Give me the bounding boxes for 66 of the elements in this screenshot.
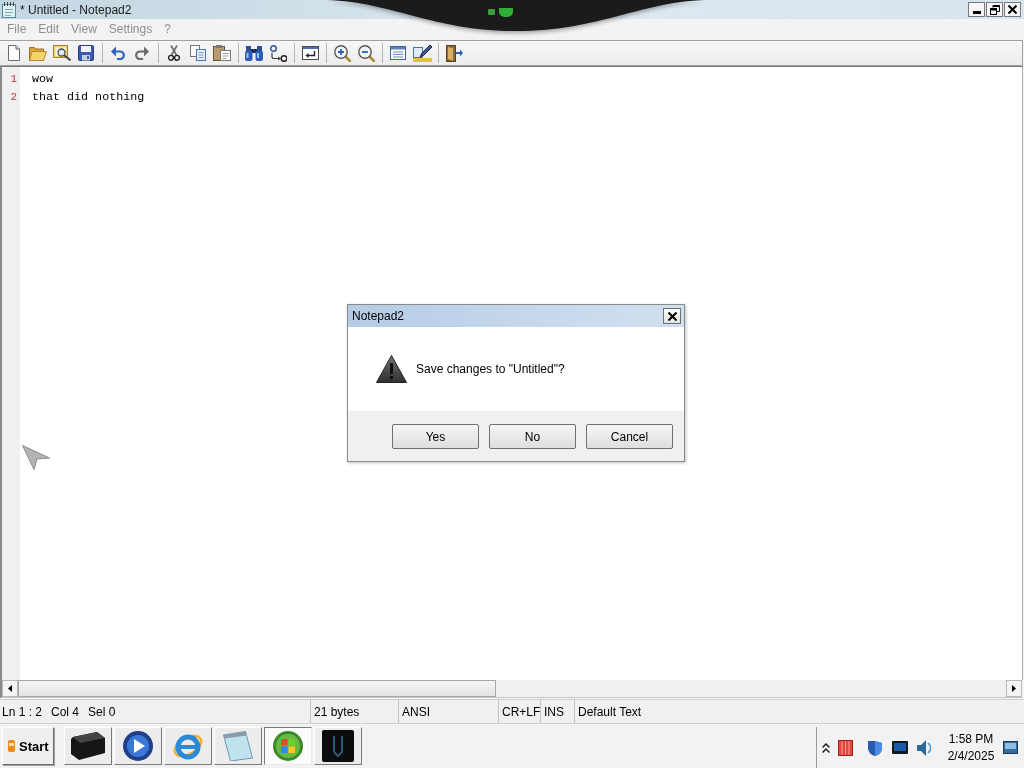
- cursor-icon: [22, 445, 50, 470]
- box-icon: [71, 732, 105, 760]
- notepad-icon: [223, 731, 253, 761]
- scroll-right-button[interactable]: [1006, 680, 1022, 697]
- speaker-icon[interactable]: [917, 739, 931, 756]
- restore-icon: [989, 4, 1000, 15]
- undo-icon[interactable]: [111, 46, 125, 60]
- copy-icon[interactable]: [190, 45, 206, 61]
- status-text: 21 bytes: [314, 704, 360, 719]
- close-button[interactable]: [663, 308, 681, 324]
- monitor-icon[interactable]: [892, 741, 908, 754]
- pencil-icon[interactable]: [412, 44, 432, 62]
- scissors-icon[interactable]: [168, 45, 180, 61]
- start-button[interactable]: Start: [2, 727, 54, 765]
- text-line: that did nothing: [32, 90, 145, 104]
- close-button[interactable]: [1004, 2, 1021, 17]
- status-text: INS: [544, 704, 564, 719]
- clipboard-icon[interactable]: [213, 45, 231, 61]
- line-number: 2: [9, 90, 18, 105]
- horizontal-scrollbar[interactable]: [0, 680, 1022, 698]
- status-text: Default Text: [578, 704, 642, 719]
- dialog-button[interactable]: Cancel: [586, 424, 673, 449]
- shield-icon[interactable]: [868, 739, 882, 756]
- line-number: 1: [9, 72, 18, 87]
- warning-icon: [376, 355, 407, 383]
- close-icon: [667, 311, 677, 321]
- right-arrow-icon: [1012, 685, 1016, 692]
- minimize-button[interactable]: [968, 2, 985, 17]
- status-text: Col 4: [51, 704, 80, 719]
- striped-tile-icon[interactable]: [838, 739, 853, 756]
- orb-icon: [273, 731, 303, 761]
- notepad-icon: [2, 1, 16, 18]
- zoom-in-icon[interactable]: [333, 44, 351, 62]
- window-return-icon[interactable]: [301, 46, 319, 60]
- binoculars-icon[interactable]: [245, 45, 263, 61]
- restore-button[interactable]: [986, 2, 1003, 17]
- zoom-out-icon[interactable]: [357, 44, 375, 62]
- folder-icon[interactable]: [29, 45, 47, 61]
- list-window-icon[interactable]: [390, 46, 406, 60]
- dialog-button[interactable]: Yes: [392, 424, 479, 449]
- redo-icon[interactable]: [135, 46, 149, 60]
- scrollbar-thumb[interactable]: [18, 680, 496, 697]
- close-icon: [1008, 5, 1017, 14]
- search-frame-icon[interactable]: [53, 45, 71, 61]
- play-icon: [123, 731, 153, 761]
- left-arrow-icon: [8, 685, 12, 692]
- status-text: ANSI: [402, 704, 430, 719]
- square-app-icon: [322, 730, 354, 762]
- start-icon: [8, 740, 15, 752]
- desktop-tile-icon[interactable]: [1003, 741, 1018, 754]
- door-icon[interactable]: [445, 44, 463, 62]
- text-line: wow: [32, 72, 54, 86]
- scroll-left-button[interactable]: [2, 680, 18, 697]
- clock-button[interactable]: 1:58 PM 2/4/2025: [942, 730, 1000, 765]
- status-text: Sel 0: [88, 704, 116, 719]
- status-text: Ln 1 : 2: [2, 704, 43, 719]
- dialog-button[interactable]: No: [489, 424, 576, 449]
- replace-icon[interactable]: [269, 44, 287, 62]
- dialog-message: Save changes to "Untitled"?: [416, 362, 565, 376]
- status-text: CR+LF: [502, 704, 541, 719]
- minimize-icon: [972, 11, 981, 14]
- document-icon[interactable]: [8, 45, 20, 61]
- chevron-up-icon[interactable]: [822, 742, 830, 753]
- window-title: * Untitled - Notepad2: [20, 2, 132, 17]
- dialog-title: Notepad2: [352, 309, 405, 323]
- save-icon[interactable]: [78, 45, 94, 61]
